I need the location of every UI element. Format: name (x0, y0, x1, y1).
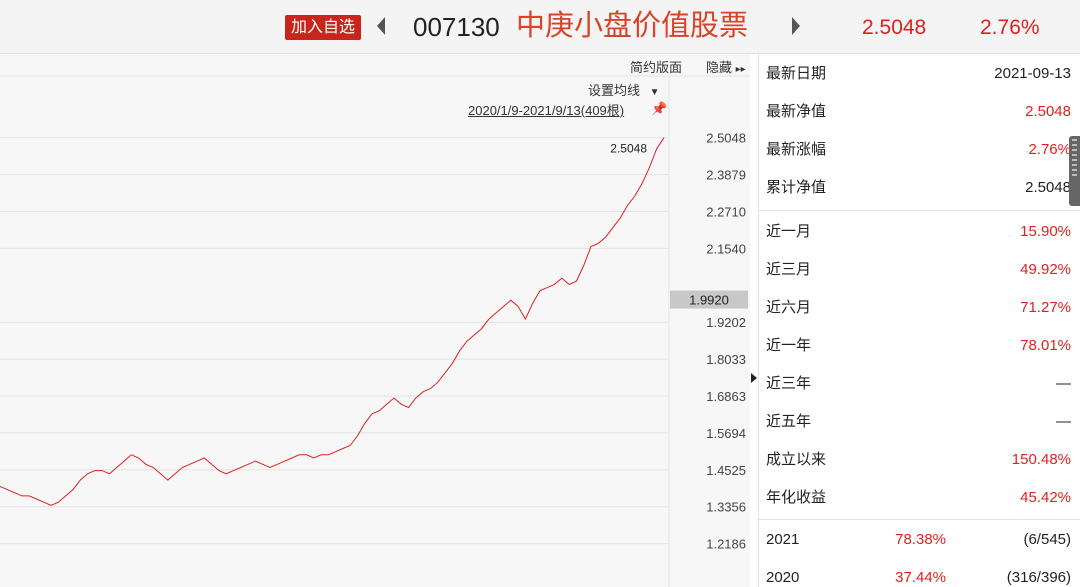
stat-label: 近一年 (766, 337, 812, 354)
year-label: 2021 (766, 531, 800, 548)
chevron-down-icon: ▼ (649, 87, 660, 98)
y-tick-label: 1.2186 (706, 537, 746, 552)
stat-value: 2.76% (1028, 141, 1071, 158)
y-tick-label: 1.8033 (706, 352, 746, 367)
stat-value: 2.5048 (1025, 103, 1071, 120)
stat-label: 最新净值 (766, 103, 827, 120)
crosshair-value: 1.9920 (689, 293, 729, 308)
header-nav-value: 2.5048 (862, 16, 927, 39)
y-tick-label: 1.4525 (706, 463, 746, 478)
stat-row: 年化收益 45.42% (759, 479, 1080, 517)
ma-setting-dropdown[interactable]: 设置均线 ▼ (588, 83, 660, 101)
stat-row: 成立以来 150.48% (759, 441, 1080, 479)
fund-code: 007130 (413, 12, 500, 42)
y-tick-label: 2.1540 (706, 241, 746, 256)
year-return: 78.38% (895, 531, 946, 548)
fund-name: 中庚小盘价值股票 (516, 10, 749, 42)
y-tick-label: 2.5048 (706, 131, 746, 146)
year-return-row: 2020 37.44% (316/396) (759, 559, 1080, 587)
stat-value: 49.92% (1020, 261, 1071, 278)
stat-row: 近三年 — (759, 365, 1080, 403)
stat-label: 最新日期 (766, 65, 827, 82)
next-fund-icon[interactable] (792, 17, 800, 35)
stat-value: 2.5048 (1025, 179, 1071, 196)
panel-separator (759, 210, 1080, 211)
y-tick-label: 2.3879 (706, 168, 746, 183)
stat-row: 累计净值 2.5048 (759, 169, 1080, 207)
last-value-label: 2.5048 (610, 142, 647, 156)
stat-label: 成立以来 (766, 451, 827, 468)
expand-panel-icon[interactable] (751, 373, 757, 383)
pin-icon[interactable]: 📌 (651, 101, 667, 117)
stat-label: 近六月 (766, 299, 812, 316)
stat-value: — (1056, 413, 1071, 430)
y-tick-label: 1.3356 (706, 500, 746, 515)
double-chevron-right-icon: ▸▸ (735, 64, 746, 75)
add-to-watchlist-button[interactable]: 加入自选 (285, 15, 362, 40)
stat-label: 年化收益 (766, 489, 827, 506)
stat-row: 最新净值 2.5048 (759, 93, 1080, 131)
stat-label: 近一月 (766, 223, 812, 240)
stat-row: 最新日期 2021-09-13 (759, 55, 1080, 93)
scrollbar-handle[interactable] (1069, 136, 1080, 206)
year-rank: (316/396) (1006, 569, 1071, 586)
stat-row: 近一年 78.01% (759, 327, 1080, 365)
hide-panel-label: 隐藏 (706, 60, 733, 75)
stat-value: 2021-09-13 (994, 65, 1071, 82)
fund-header: 加入自选 007130 中庚小盘价值股票 2.5048 2.76% (0, 0, 1080, 54)
stat-label: 近三年 (766, 375, 812, 392)
y-tick-label: 1.5694 (706, 426, 746, 441)
date-range-label[interactable]: 2020/1/9-2021/9/13(409根) (468, 103, 624, 119)
nav-series-line (0, 137, 665, 506)
simple-layout-button[interactable]: 简约版面 (630, 60, 682, 76)
year-label: 2020 (766, 569, 800, 586)
stat-value: 45.42% (1020, 489, 1071, 506)
stat-row: 最新涨幅 2.76% (759, 131, 1080, 169)
year-return: 37.44% (895, 569, 946, 586)
stat-row: 近六月 71.27% (759, 289, 1080, 327)
nav-line-chart: 2.5048 2.3879 2.2710 2.1540 1.9202 1.8033 1.68… (0, 75, 750, 587)
header-change-value: 2.76% (980, 16, 1040, 39)
fund-info-panel: 最新日期 2021-09-13 最新净值 2.5048 最新涨幅 2.76% 累计净值 2.5… (758, 54, 1080, 587)
y-tick-label: 2.2710 (706, 204, 746, 219)
stat-value: 150.48% (1011, 451, 1071, 468)
stat-label: 最新涨幅 (766, 141, 827, 158)
ma-setting-label: 设置均线 (588, 83, 641, 98)
panel-separator (759, 519, 1080, 520)
hide-panel-button[interactable]: 隐藏 ▸▸ (706, 60, 746, 78)
stat-row: 近五年 — (759, 403, 1080, 441)
year-rank: (6/545) (1023, 531, 1071, 548)
stat-label: 近五年 (766, 413, 812, 430)
stat-row: 近三月 49.92% (759, 251, 1080, 289)
y-tick-label: 1.9202 (706, 315, 746, 330)
nav-chart-area[interactable]: 2.5048 2.3879 2.2710 2.1540 1.9202 1.8033 1.68… (0, 54, 750, 587)
previous-fund-icon[interactable] (377, 17, 385, 35)
stat-value: 15.90% (1020, 223, 1071, 240)
stat-value: — (1056, 375, 1071, 392)
y-tick-label: 1.6863 (706, 389, 746, 404)
stat-label: 累计净值 (766, 179, 827, 196)
year-return-row: 2021 78.38% (6/545) (759, 521, 1080, 559)
stat-label: 近三月 (766, 261, 812, 278)
stat-value: 78.01% (1020, 337, 1071, 354)
stat-row: 近一月 15.90% (759, 213, 1080, 251)
stat-value: 71.27% (1020, 299, 1071, 316)
